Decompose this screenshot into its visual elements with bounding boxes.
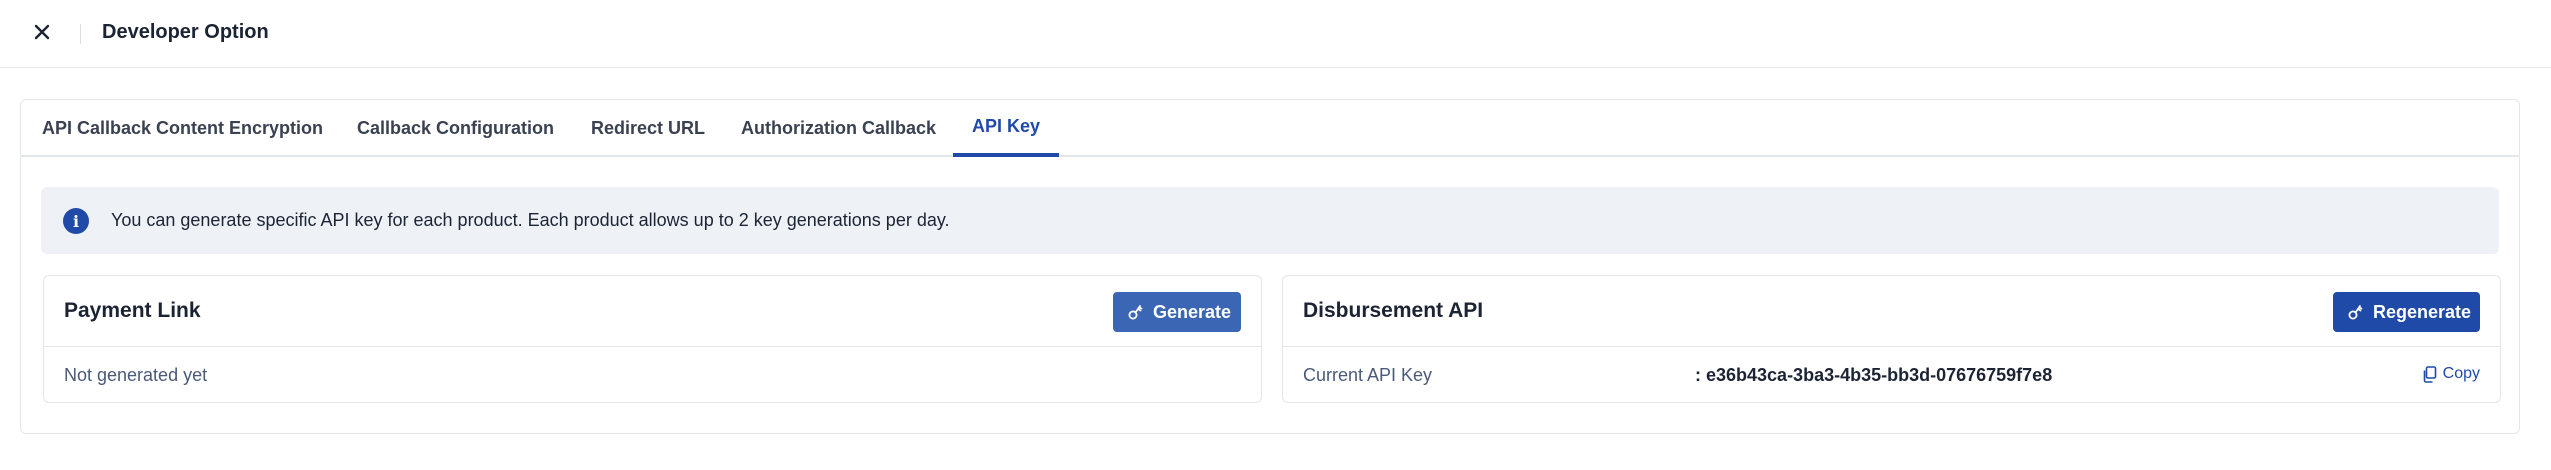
card-header: Payment Link Generate xyxy=(44,276,1261,347)
page-title: Developer Option xyxy=(102,21,269,43)
disbursement-api-card: Disbursement API Regenerate Current API … xyxy=(1282,275,2501,403)
status-text: Not generated yet xyxy=(64,365,208,385)
copy-button[interactable]: Copy xyxy=(2422,365,2480,383)
tab-bar: API Callback Content Encryption Callback… xyxy=(21,100,2519,157)
api-key-value: : e36b43ca-3ba3-4b35-bb3d-07676759f7e8 xyxy=(1695,365,2053,385)
tab-api-key[interactable]: API Key xyxy=(953,100,1060,157)
card-header: Disbursement API Regenerate xyxy=(1283,276,2500,347)
copy-icon xyxy=(2423,365,2436,383)
payment-link-card: Payment Link Generate Not generated yet xyxy=(43,275,1262,403)
card-title: Disbursement API xyxy=(1303,299,1484,322)
copy-label: Copy xyxy=(2442,365,2480,382)
api-key-label: Current API Key xyxy=(1303,365,1433,385)
regenerate-button[interactable]: Regenerate xyxy=(2333,292,2480,332)
top-bar: Developer Option xyxy=(0,0,2551,68)
info-icon: i xyxy=(63,208,89,234)
key-icon xyxy=(1128,305,1143,320)
tab-api-callback-content-encryption[interactable]: API Callback Content Encryption xyxy=(42,100,323,157)
header-divider xyxy=(80,24,81,44)
info-text: You can generate specific API key for ea… xyxy=(111,210,950,230)
close-icon[interactable] xyxy=(30,20,54,44)
card-title: Payment Link xyxy=(64,299,201,322)
generate-button[interactable]: Generate xyxy=(1113,292,1241,332)
card-body: Not generated yet xyxy=(44,347,1261,403)
info-banner: i You can generate specific API key for … xyxy=(41,187,2499,254)
developer-option-panel: API Callback Content Encryption Callback… xyxy=(20,99,2520,434)
key-icon xyxy=(2348,305,2363,320)
card-body: Current API Key : e36b43ca-3ba3-4b35-bb3… xyxy=(1283,347,2500,403)
tab-callback-configuration[interactable]: Callback Configuration xyxy=(357,100,554,157)
tab-authorization-callback[interactable]: Authorization Callback xyxy=(741,100,936,157)
tab-redirect-url[interactable]: Redirect URL xyxy=(591,100,705,157)
generate-button-label: Generate xyxy=(1153,301,1232,322)
regenerate-button-label: Regenerate xyxy=(2373,301,2472,322)
